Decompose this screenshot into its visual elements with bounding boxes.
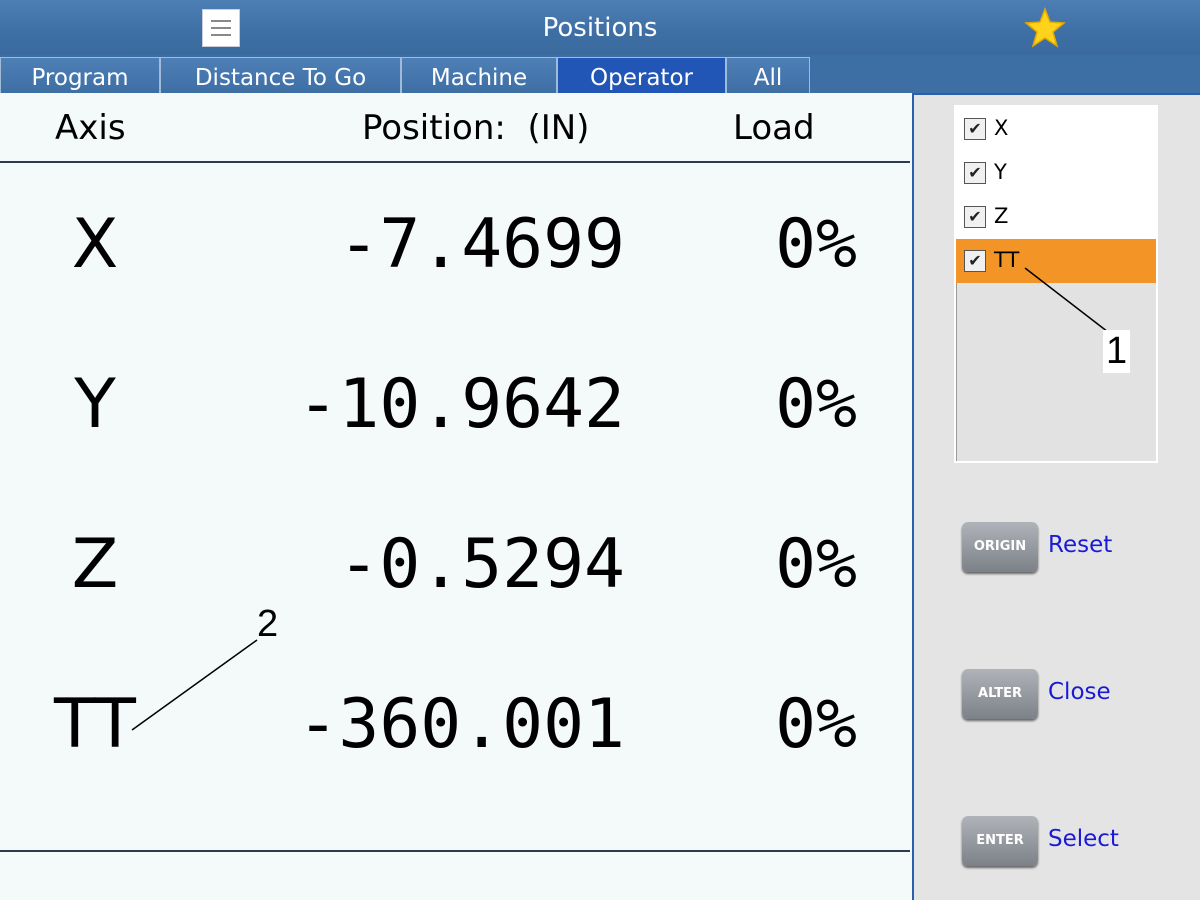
callout-1: 1 [1103, 330, 1131, 373]
callout-lines [131, 267, 1109, 731]
callout-2: 2 [257, 603, 279, 645]
